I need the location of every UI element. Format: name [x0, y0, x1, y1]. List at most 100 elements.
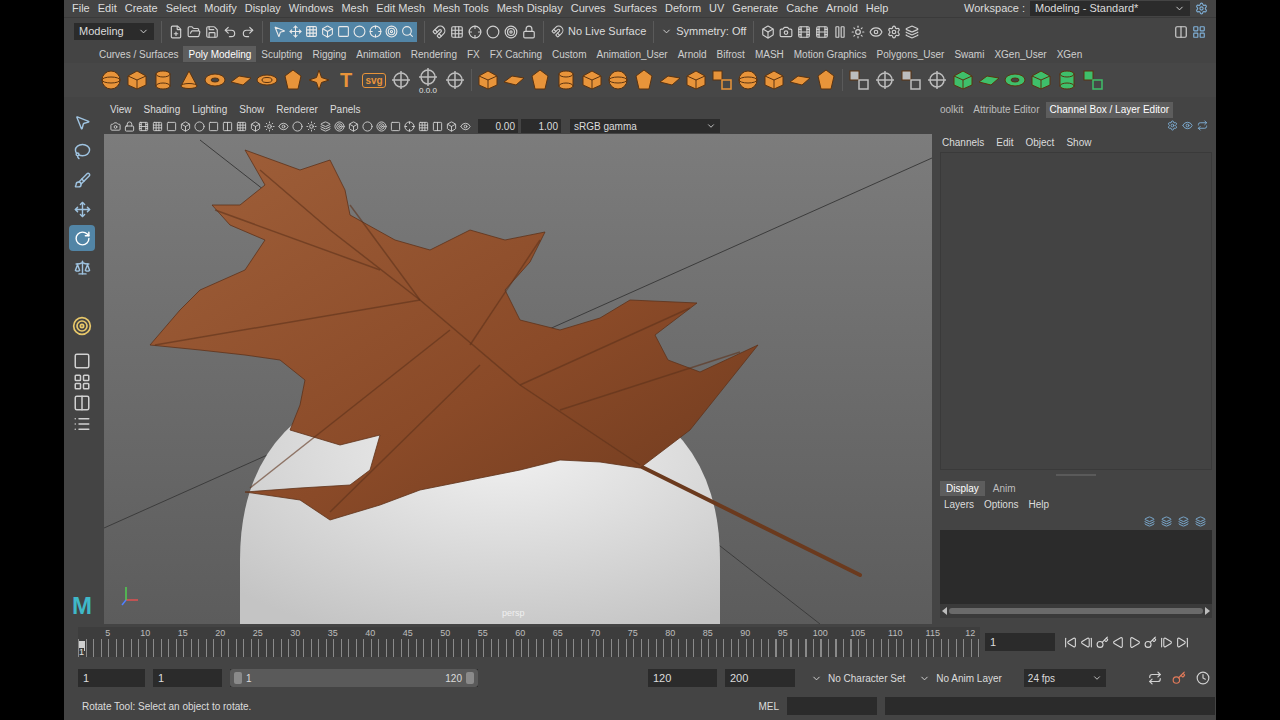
shelf-button[interactable]	[924, 66, 950, 94]
viewport-icon[interactable]	[152, 121, 163, 132]
tool-button[interactable]	[69, 254, 95, 280]
render-icon[interactable]	[887, 25, 901, 39]
viewport-icon[interactable]	[264, 121, 275, 132]
shelf-button[interactable]	[657, 66, 683, 94]
workspace-dropdown[interactable]: Modeling - Standard*	[1030, 1, 1190, 16]
playback-icon[interactable]	[1176, 636, 1189, 649]
panel-tab[interactable]: Attribute Editor	[969, 102, 1043, 118]
shelf-button[interactable]	[898, 66, 924, 94]
menu-item[interactable]: Windows	[289, 3, 334, 14]
color-space-dropdown[interactable]: sRGB gamma	[570, 119, 720, 133]
snap-icon[interactable]	[486, 25, 500, 39]
viewport-icon[interactable]	[362, 121, 373, 132]
shelf-button[interactable]	[150, 66, 176, 94]
shelf-button[interactable]	[501, 66, 527, 94]
playback-icon[interactable]	[1096, 636, 1109, 649]
tool-button[interactable]	[69, 109, 95, 135]
shelf-button[interactable]	[709, 66, 735, 94]
viewport-icon[interactable]	[376, 121, 387, 132]
viewport-icon[interactable]	[222, 121, 233, 132]
single-pane-icon[interactable]	[73, 352, 91, 370]
shelf-button[interactable]	[605, 66, 631, 94]
tool-button[interactable]	[69, 196, 95, 222]
panel-tab[interactable]: Channel Box / Layer Editor	[1046, 102, 1174, 118]
playback-end-field[interactable]: 120	[648, 669, 717, 687]
shelf-tab[interactable]: Rigging	[307, 46, 351, 62]
shelf-button[interactable]	[787, 66, 813, 94]
gamma-field[interactable]: 1.00	[521, 119, 561, 133]
outliner-icon[interactable]	[73, 415, 91, 433]
menu-item[interactable]: Edit Mesh	[376, 3, 425, 14]
float-icon[interactable]	[1197, 120, 1208, 131]
shelf-tab[interactable]: FX Caching	[485, 46, 547, 62]
playback-icon[interactable]	[1112, 636, 1125, 649]
shelf-tab[interactable]: XGen	[1052, 46, 1088, 62]
viewport-icon[interactable]	[348, 121, 359, 132]
menu-item[interactable]: Mesh Display	[497, 3, 563, 14]
shelf-button[interactable]	[98, 66, 124, 94]
shelf-tab[interactable]: Motion Graphics	[789, 46, 872, 62]
playback-icon[interactable]	[1128, 636, 1141, 649]
scrollbar[interactable]	[940, 604, 1212, 618]
render-icon[interactable]	[869, 25, 883, 39]
shelf-button[interactable]	[735, 66, 761, 94]
shelf-button[interactable]	[306, 66, 332, 94]
fps-dropdown[interactable]: 24 fps	[1024, 669, 1106, 687]
file-icon[interactable]	[187, 25, 201, 39]
menu-item[interactable]: Cache	[786, 3, 818, 14]
viewport-icon[interactable]	[292, 121, 303, 132]
panel-menu-item[interactable]: Renderer	[276, 102, 318, 117]
soft-select-icon[interactable]	[72, 316, 92, 336]
shelf-tab[interactable]: Poly Modeling	[183, 46, 256, 62]
shelf-tab[interactable]: Bifrost	[712, 46, 750, 62]
playback-start-field[interactable]: 1	[153, 669, 222, 687]
panel-tab[interactable]: oolkit	[936, 102, 967, 118]
viewport-icon[interactable]	[194, 121, 205, 132]
shelf-button[interactable]	[761, 66, 787, 94]
menu-item[interactable]: Select	[166, 3, 197, 14]
shelf-button[interactable]	[1080, 66, 1106, 94]
shelf-tab[interactable]: Rendering	[406, 46, 462, 62]
shelf-tab[interactable]: Custom	[547, 46, 591, 62]
eye-icon[interactable]	[1182, 120, 1193, 131]
viewport-canvas[interactable]: persp	[104, 134, 932, 624]
shelf-button[interactable]	[1002, 66, 1028, 94]
menu-item[interactable]: Mesh	[341, 3, 368, 14]
viewport-icon[interactable]	[460, 121, 471, 132]
viewport-icon[interactable]	[236, 121, 247, 132]
viewport-icon[interactable]	[138, 121, 149, 132]
menu-item[interactable]: Edit	[98, 3, 117, 14]
render-icon[interactable]	[851, 25, 865, 39]
render-icon[interactable]	[815, 25, 829, 39]
shelf-button[interactable]	[388, 66, 414, 94]
viewport-icon[interactable]	[124, 121, 135, 132]
shelf-button[interactable]: 0.0.0	[414, 65, 442, 95]
layer-icon[interactable]	[1144, 516, 1155, 527]
tool-button[interactable]	[69, 167, 95, 193]
channel-menu-item[interactable]: Edit	[996, 135, 1013, 150]
menu-item[interactable]: Help	[866, 3, 889, 14]
mask-icon[interactable]	[401, 25, 414, 38]
layer-icon[interactable]	[1178, 516, 1189, 527]
settings-icon[interactable]	[1167, 120, 1178, 131]
shelf-tab[interactable]: MASH	[750, 46, 789, 62]
menu-item[interactable]: Display	[245, 3, 281, 14]
shelf-button[interactable]	[228, 66, 254, 94]
shelf-tab[interactable]: Arnold	[673, 46, 712, 62]
shelf-button[interactable]	[846, 66, 872, 94]
file-icon[interactable]	[205, 25, 219, 39]
animation-end-field[interactable]: 200	[725, 669, 795, 687]
shelf-button[interactable]	[950, 66, 976, 94]
shelf-tab[interactable]: Animation	[351, 46, 405, 62]
viewport-icon[interactable]	[446, 121, 457, 132]
shelf-tab[interactable]: Polygons_User	[872, 46, 950, 62]
snap-icon[interactable]	[450, 25, 464, 39]
menu-item[interactable]: Mesh Tools	[433, 3, 488, 14]
viewport-icon[interactable]	[334, 121, 345, 132]
panel-menu-item[interactable]: Lighting	[192, 102, 227, 117]
viewport-icon[interactable]	[306, 121, 317, 132]
viewport-icon[interactable]	[278, 121, 289, 132]
menu-item[interactable]: Curves	[571, 3, 606, 14]
shelf-button[interactable]	[202, 66, 228, 94]
shelf-button[interactable]	[872, 66, 898, 94]
